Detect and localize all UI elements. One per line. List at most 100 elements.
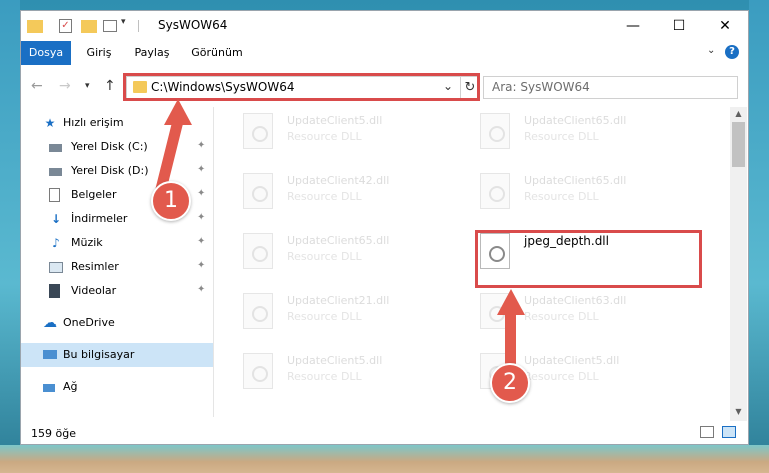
file-name: UpdateClient65.dll bbox=[287, 234, 390, 247]
forward-arrow-icon[interactable]: → bbox=[59, 78, 71, 94]
file-item[interactable]: UpdateClient65.dll Resource DLL bbox=[243, 233, 443, 283]
minimize-button[interactable]: — bbox=[610, 11, 656, 41]
up-arrow-icon[interactable]: ↑ bbox=[104, 78, 116, 94]
file-type: Resource DLL bbox=[524, 370, 599, 383]
document-icon bbox=[49, 188, 60, 202]
file-type: Resource DLL bbox=[287, 130, 362, 143]
file-type: Resource DLL bbox=[287, 190, 362, 203]
pin-icon[interactable]: ✦ bbox=[197, 188, 205, 199]
dll-file-icon bbox=[480, 113, 510, 149]
pin-icon[interactable]: ✦ bbox=[197, 212, 205, 223]
file-item[interactable]: UpdateClient21.dll Resource DLL bbox=[243, 293, 443, 343]
details-view-icon[interactable] bbox=[700, 426, 714, 438]
sidebar-item-videos[interactable]: Videolar ✦ bbox=[21, 279, 213, 303]
gear-icon bbox=[489, 126, 505, 142]
close-button[interactable]: ✕ bbox=[702, 11, 748, 41]
customize-toolbar-icon[interactable] bbox=[103, 20, 117, 32]
sidebar-item-music[interactable]: ♪ Müzik ✦ bbox=[21, 231, 213, 255]
annotation-arrow-2 bbox=[505, 311, 516, 367]
file-item[interactable]: UpdateClient5.dll Resource DLL bbox=[243, 353, 443, 403]
music-icon: ♪ bbox=[52, 236, 60, 250]
sidebar-item-label: Müzik bbox=[71, 236, 103, 249]
file-item[interactable]: UpdateClient65.dll Resource DLL bbox=[480, 113, 680, 163]
sidebar-item-label: Hızlı erişim bbox=[63, 116, 124, 129]
pin-icon[interactable]: ✦ bbox=[197, 236, 205, 247]
download-icon: ↓ bbox=[50, 212, 62, 226]
file-name: UpdateClient65.dll bbox=[524, 114, 627, 127]
back-arrow-icon[interactable]: ← bbox=[31, 78, 43, 94]
annotation-arrowhead-2 bbox=[497, 289, 525, 315]
pin-icon[interactable]: ✦ bbox=[197, 284, 205, 295]
large-icons-view-icon[interactable] bbox=[722, 426, 736, 438]
sidebar-item-local-disk-c[interactable]: Yerel Disk (C:) ✦ bbox=[21, 135, 213, 159]
maximize-button[interactable]: ☐ bbox=[656, 11, 702, 41]
file-item[interactable]: UpdateClient42.dll Resource DLL bbox=[243, 173, 443, 223]
file-type: Resource DLL bbox=[524, 130, 599, 143]
step-1-badge: 1 bbox=[151, 181, 191, 221]
scroll-thumb[interactable] bbox=[732, 122, 745, 167]
file-item[interactable]: UpdateClient5.dll Resource DLL bbox=[243, 113, 443, 163]
pin-icon[interactable]: ✦ bbox=[197, 260, 205, 271]
tab-dosya[interactable]: Dosya bbox=[21, 41, 71, 65]
file-type: Resource DLL bbox=[287, 310, 362, 323]
star-icon: ★ bbox=[44, 116, 56, 130]
status-bar: 159 öğe bbox=[21, 421, 748, 444]
sidebar-item-label: Bu bilgisayar bbox=[63, 348, 135, 361]
sidebar-item-onedrive[interactable]: ☁ OneDrive bbox=[21, 311, 213, 335]
new-folder-icon[interactable] bbox=[81, 20, 97, 33]
pane-divider bbox=[213, 107, 214, 417]
address-bar-highlight bbox=[123, 73, 480, 101]
tab-giris[interactable]: Giriş bbox=[81, 41, 117, 65]
computer-icon bbox=[43, 350, 57, 359]
dll-file-icon bbox=[243, 113, 273, 149]
sidebar-item-label: Yerel Disk (C:) bbox=[71, 140, 148, 153]
title-separator bbox=[138, 20, 139, 32]
window-title: SysWOW64 bbox=[158, 18, 228, 32]
file-name: UpdateClient5.dll bbox=[287, 114, 383, 127]
file-type: Resource DLL bbox=[524, 190, 599, 203]
recent-locations-chevron-icon[interactable]: ▾ bbox=[85, 81, 90, 91]
sidebar-item-label: OneDrive bbox=[63, 316, 115, 329]
explorer-window: ✓ ▾ SysWOW64 — ☐ ✕ Dosya Giriş Paylaş Gö… bbox=[20, 10, 749, 445]
chevron-down-icon[interactable]: ▾ bbox=[121, 17, 137, 33]
file-name: UpdateClient5.dll bbox=[524, 354, 620, 367]
file-name: UpdateClient65.dll bbox=[524, 174, 627, 187]
desktop-background-bottom bbox=[0, 445, 769, 473]
ribbon-tabs: Dosya Giriş Paylaş Görünüm ⌄ ? bbox=[21, 41, 748, 65]
file-highlight bbox=[475, 230, 702, 288]
desktop-background-right bbox=[749, 0, 769, 473]
file-item[interactable]: UpdateClient65.dll Resource DLL bbox=[480, 173, 680, 223]
gear-icon bbox=[252, 366, 268, 382]
sidebar-item-this-pc[interactable]: Bu bilgisayar bbox=[21, 343, 213, 367]
step-2-badge: 2 bbox=[490, 363, 530, 403]
sidebar-item-label: Yerel Disk (D:) bbox=[71, 164, 149, 177]
sidebar-item-network[interactable]: Ağ bbox=[21, 375, 213, 399]
file-name: UpdateClient42.dll bbox=[287, 174, 390, 187]
title-bar: ✓ ▾ SysWOW64 — ☐ ✕ bbox=[21, 11, 748, 41]
sidebar-item-label: Ağ bbox=[63, 380, 78, 393]
pin-icon[interactable]: ✦ bbox=[197, 164, 205, 175]
file-type: Resource DLL bbox=[287, 370, 362, 383]
vertical-scrollbar[interactable]: ▲ ▼ bbox=[730, 107, 747, 421]
search-input[interactable]: Ara: SysWOW64 bbox=[483, 76, 738, 99]
dll-file-icon bbox=[243, 293, 273, 329]
navigation-pane: ★ Hızlı erişim Yerel Disk (C:) ✦ Yerel D… bbox=[21, 107, 213, 417]
sidebar-item-pictures[interactable]: Resimler ✦ bbox=[21, 255, 213, 279]
gear-icon bbox=[252, 186, 268, 202]
tab-gorunum[interactable]: Görünüm bbox=[187, 41, 247, 65]
maximize-icon: ☐ bbox=[672, 18, 686, 34]
scroll-up-arrow-icon[interactable]: ▲ bbox=[730, 109, 747, 118]
item-count: 159 öğe bbox=[31, 427, 76, 440]
sidebar-item-local-disk-d[interactable]: Yerel Disk (D:) ✦ bbox=[21, 159, 213, 183]
properties-icon[interactable]: ✓ bbox=[59, 19, 72, 33]
dll-file-icon bbox=[243, 233, 273, 269]
scroll-down-arrow-icon[interactable]: ▼ bbox=[730, 407, 747, 416]
ribbon-expand-icon[interactable]: ⌄ bbox=[707, 45, 715, 56]
tab-paylas[interactable]: Paylaş bbox=[129, 41, 175, 65]
help-icon[interactable]: ? bbox=[725, 45, 739, 59]
annotation-arrowhead-1 bbox=[164, 99, 192, 125]
pin-icon[interactable]: ✦ bbox=[197, 140, 205, 151]
gear-icon bbox=[252, 246, 268, 262]
sidebar-item-label: İndirmeler bbox=[71, 212, 128, 225]
gear-icon bbox=[252, 126, 268, 142]
